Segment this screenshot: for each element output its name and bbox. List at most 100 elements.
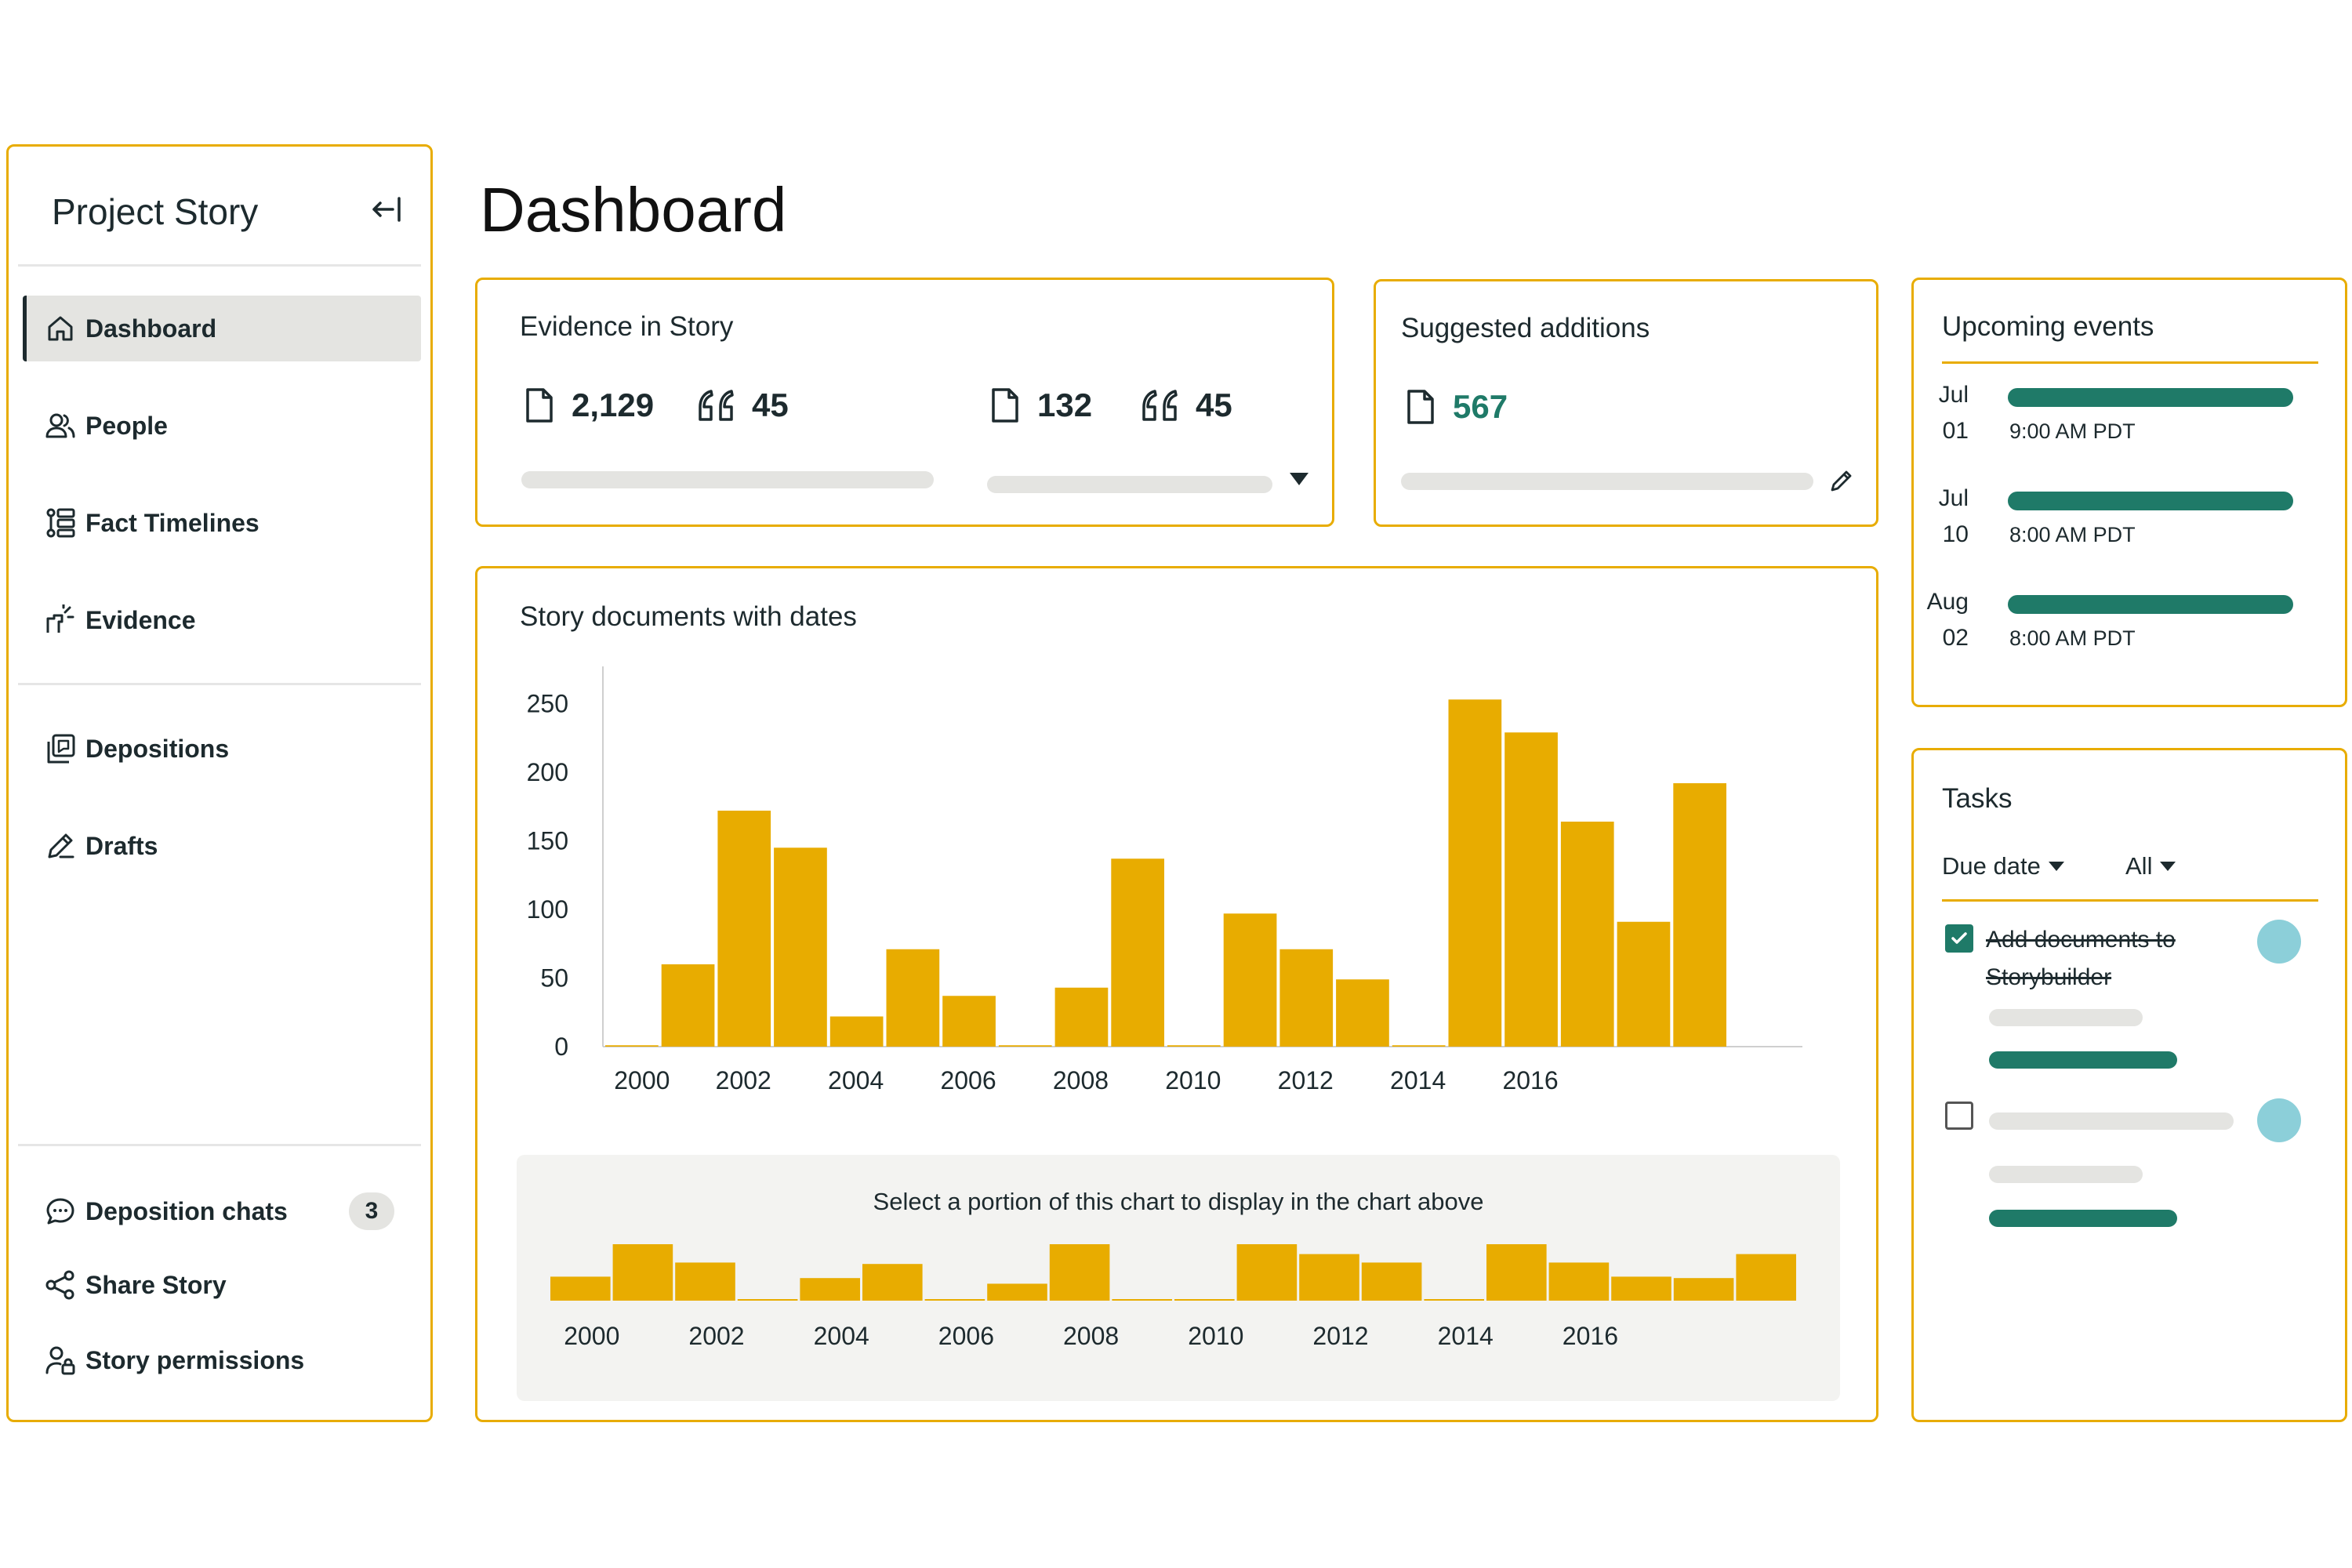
event-time: 9:00 AM PDT (2009, 419, 2136, 443)
depositions-icon (47, 734, 75, 764)
task-checkbox-checked[interactable] (1945, 924, 1973, 953)
progress-placeholder (987, 476, 1272, 493)
bar (1448, 699, 1502, 1047)
event-time: 8:00 AM PDT (2009, 626, 2136, 650)
sidebar-item-evidence[interactable]: Evidence (23, 587, 421, 653)
range-selector[interactable]: Select a portion of this chart to displa… (517, 1155, 1840, 1401)
selector-bar (612, 1244, 673, 1301)
quote-icon (1142, 390, 1178, 421)
suggested-count[interactable]: 567 (1406, 388, 1508, 426)
sidebar-item-fact-timelines[interactable]: Fact Timelines (23, 490, 421, 556)
avatar (2257, 1098, 2301, 1142)
timeline-icon (46, 508, 75, 538)
quote-count: 45 (1139, 387, 1232, 424)
bar (661, 964, 715, 1047)
selector-bar (1548, 1262, 1610, 1301)
selector-bar (550, 1276, 611, 1301)
evidence-icon (46, 604, 74, 633)
task-title[interactable]: Add documents to Storybuilder (1986, 921, 2237, 996)
status-filter[interactable]: All (2125, 852, 2177, 880)
document-icon (1407, 390, 1434, 424)
card-title: Upcoming events (1942, 311, 2154, 342)
selector-bar (1174, 1299, 1235, 1301)
project-title: Project Story (52, 191, 259, 232)
chat-icon (46, 1198, 74, 1225)
selector-bar (1673, 1278, 1734, 1301)
selector-bar (1361, 1262, 1422, 1301)
dropdown-arrow-icon[interactable] (1288, 470, 1310, 492)
x-tick-label: 2010 (1165, 1066, 1221, 1094)
y-tick-label: 150 (527, 827, 568, 855)
chart-title: Story documents with dates (520, 601, 857, 632)
bar (1111, 858, 1164, 1047)
selector-tick-label: 2008 (1063, 1322, 1119, 1350)
sidebar-item-depositions[interactable]: Depositions (23, 716, 421, 782)
sidebar-item-label: Story permissions (85, 1345, 305, 1374)
chevron-down-icon (2160, 862, 2176, 871)
sidebar-item-label: People (85, 411, 168, 440)
selector-tick-label: 2014 (1438, 1322, 1494, 1350)
selector-tick-label: 2002 (688, 1322, 744, 1350)
due-date-filter[interactable]: Due date (1942, 852, 2066, 880)
document-count: 2,129 (524, 387, 654, 424)
home-icon (48, 316, 73, 341)
sidebar-item-story-permissions[interactable]: Story permissions (23, 1327, 421, 1393)
sidebar-item-label: Share Story (85, 1270, 227, 1299)
sidebar-item-drafts[interactable]: Drafts (23, 813, 421, 879)
sidebar-item-label: Dashboard (85, 314, 217, 343)
selector-bar (1486, 1244, 1547, 1301)
divider (18, 264, 421, 267)
bar (829, 1016, 884, 1047)
range-selector-chart[interactable]: 2000 2002 2004 2006 2008 2010 2012 2014 2016 (517, 1221, 1840, 1401)
card-title: Suggested additions (1401, 313, 1650, 343)
quote-count: 45 (695, 387, 789, 424)
x-tick-label: 2004 (828, 1066, 884, 1094)
selector-caption: Select a portion of this chart to displa… (873, 1188, 1484, 1215)
pen-icon (48, 833, 74, 858)
task-tag (1989, 1210, 2177, 1227)
edit-pencil-icon[interactable] (1829, 468, 1854, 497)
bar (1279, 949, 1334, 1047)
x-tick-label: 2008 (1053, 1066, 1109, 1094)
sidebar-item-label: Evidence (85, 605, 196, 634)
selector-bar (737, 1299, 798, 1301)
avatar (2257, 920, 2301, 964)
document-icon (992, 388, 1018, 423)
bar (886, 949, 940, 1047)
sidebar-item-share-story[interactable]: Share Story (23, 1252, 421, 1318)
selector-tick-label: 2016 (1563, 1322, 1618, 1350)
selector-bar (1236, 1244, 1298, 1301)
document-icon (526, 388, 553, 423)
bar (774, 848, 827, 1047)
card-title: Evidence in Story (520, 311, 734, 342)
bar (1223, 913, 1277, 1047)
selector-bar (1611, 1276, 1671, 1301)
selector-bar (1736, 1254, 1796, 1301)
collapse-left-icon[interactable] (371, 192, 405, 234)
bar (1336, 979, 1389, 1047)
bar (998, 1045, 1052, 1047)
bar (1560, 822, 1614, 1047)
event-month: Jul (1938, 382, 1969, 408)
x-tick-label: 2012 (1278, 1066, 1334, 1094)
sidebar-item-people[interactable]: People (23, 393, 421, 459)
bar (1392, 1045, 1446, 1047)
bar (605, 1045, 659, 1047)
check-icon (1951, 932, 1967, 944)
selector-bar (1112, 1299, 1172, 1301)
sidebar-item-label: Drafts (85, 831, 158, 860)
task-tag (1989, 1051, 2177, 1069)
sidebar: Project Story Dashboard People Fact Time… (6, 144, 433, 1422)
chevron-down-icon (2048, 862, 2064, 871)
bar (1673, 783, 1726, 1047)
progress-placeholder (521, 471, 934, 488)
y-tick-label: 200 (527, 758, 568, 786)
selector-bar (1299, 1254, 1359, 1301)
sidebar-item-label: Fact Timelines (85, 508, 260, 537)
sidebar-item-deposition-chats[interactable]: Deposition chats 3 (23, 1178, 421, 1244)
task-checkbox[interactable] (1945, 1102, 1973, 1130)
task-placeholder (1989, 1166, 2143, 1183)
task-placeholder (1989, 1112, 2234, 1130)
sidebar-item-dashboard[interactable]: Dashboard (23, 296, 421, 361)
people-icon (45, 413, 75, 438)
